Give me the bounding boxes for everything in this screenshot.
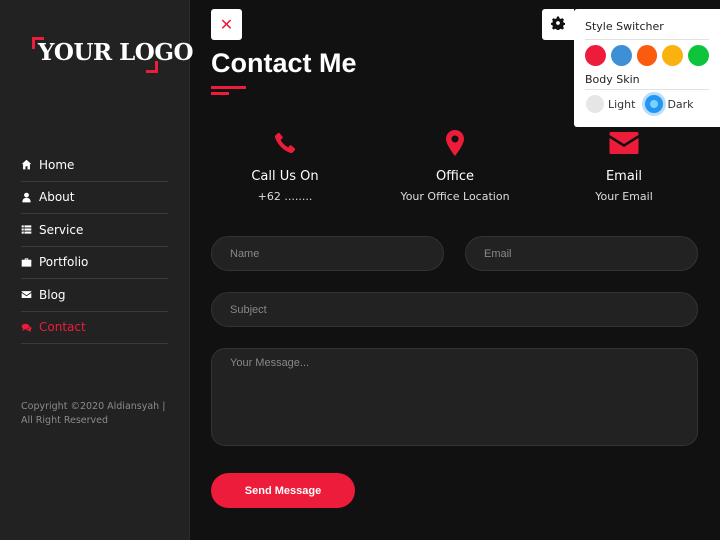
light-skin-radio[interactable] bbox=[586, 95, 604, 113]
phone-icon bbox=[205, 126, 365, 160]
color-swatch-yellow[interactable] bbox=[662, 45, 684, 66]
body-skin-options: Light Dark bbox=[585, 95, 709, 113]
sidebar-item-contact[interactable]: Contact bbox=[21, 312, 168, 344]
subject-input[interactable]: Subject bbox=[211, 292, 698, 327]
dark-skin-radio[interactable] bbox=[645, 95, 664, 113]
info-title: Call Us On bbox=[251, 169, 319, 184]
logo[interactable]: YOUR LOGO bbox=[32, 37, 194, 73]
sidebar-item-label: Blog bbox=[39, 287, 66, 302]
comments-icon bbox=[21, 322, 32, 333]
light-skin-label[interactable]: Light bbox=[608, 98, 635, 111]
sidebar-item-portfolio[interactable]: Portfolio bbox=[21, 247, 168, 279]
page-root: YOUR LOGO Home About Service Portfolio B… bbox=[0, 0, 720, 540]
sidebar-item-label: Service bbox=[39, 222, 84, 237]
sidebar-item-about[interactable]: About bbox=[21, 182, 168, 214]
dark-skin-label[interactable]: Dark bbox=[667, 98, 693, 111]
sidebar-item-service[interactable]: Service bbox=[21, 214, 168, 247]
close-icon: ✕ bbox=[219, 15, 234, 34]
close-button[interactable]: ✕ bbox=[211, 9, 242, 40]
style-switcher-toggle[interactable] bbox=[542, 9, 574, 40]
map-marker-icon bbox=[375, 126, 535, 160]
color-swatch-green[interactable] bbox=[688, 45, 709, 66]
title-underline bbox=[211, 92, 229, 95]
color-swatch-orange[interactable] bbox=[636, 45, 658, 66]
logo-corner-bottom-right bbox=[146, 61, 158, 73]
user-icon bbox=[21, 192, 32, 203]
send-message-label: Send Message bbox=[244, 484, 322, 497]
sidebar-item-home[interactable]: Home bbox=[21, 149, 168, 182]
email-placeholder: Email bbox=[484, 247, 512, 260]
color-swatch-red[interactable] bbox=[585, 45, 606, 66]
info-value: Your Email bbox=[595, 190, 653, 203]
info-title: Email bbox=[605, 169, 643, 184]
envelope-icon bbox=[21, 289, 32, 300]
divider bbox=[585, 89, 709, 90]
info-value: Your Office Location bbox=[400, 190, 510, 203]
info-office: Office Your Office Location bbox=[375, 126, 535, 203]
briefcase-icon bbox=[21, 257, 32, 268]
sidebar-item-label: About bbox=[39, 190, 75, 205]
gear-icon bbox=[551, 15, 565, 34]
send-message-button[interactable]: Send Message bbox=[211, 473, 355, 508]
sidebar-item-label: Contact bbox=[39, 320, 86, 335]
name-placeholder: Name bbox=[230, 247, 260, 260]
subject-placeholder: Subject bbox=[230, 303, 267, 316]
logo-text: YOUR LOGO bbox=[38, 39, 194, 66]
style-switcher-panel: Style Switcher Body Skin Light Dark bbox=[574, 9, 720, 127]
body-skin-title: Body Skin bbox=[585, 73, 640, 86]
name-input[interactable]: Name bbox=[211, 236, 444, 271]
message-textarea[interactable]: Your Message... bbox=[211, 348, 698, 446]
message-placeholder: Your Message... bbox=[230, 357, 310, 369]
color-swatches bbox=[585, 45, 709, 66]
info-value: +62 ........ bbox=[257, 190, 313, 203]
title-underline bbox=[211, 86, 246, 89]
sidebar-item-label: Home bbox=[39, 157, 75, 172]
sidebar-nav: Home About Service Portfolio Blog Contac… bbox=[21, 149, 168, 344]
info-call: Call Us On +62 ........ bbox=[205, 126, 365, 203]
info-email: Email Your Email bbox=[544, 126, 704, 203]
sidebar-item-blog[interactable]: Blog bbox=[21, 279, 168, 312]
info-title: Office bbox=[436, 169, 474, 184]
sidebar-item-label: Portfolio bbox=[39, 255, 89, 270]
home-icon bbox=[21, 159, 32, 170]
style-switcher-title: Style Switcher bbox=[585, 20, 664, 33]
email-input[interactable]: Email bbox=[465, 236, 698, 271]
sidebar: YOUR LOGO Home About Service Portfolio B… bbox=[0, 0, 194, 540]
envelope-icon bbox=[544, 126, 704, 160]
list-icon bbox=[21, 224, 32, 235]
color-swatch-blue[interactable] bbox=[610, 45, 632, 66]
page-title: Contact Me bbox=[211, 48, 357, 78]
copyright-text: Copyright ©2020 Aldiansyah | All Right R… bbox=[21, 401, 166, 426]
divider bbox=[585, 39, 709, 40]
